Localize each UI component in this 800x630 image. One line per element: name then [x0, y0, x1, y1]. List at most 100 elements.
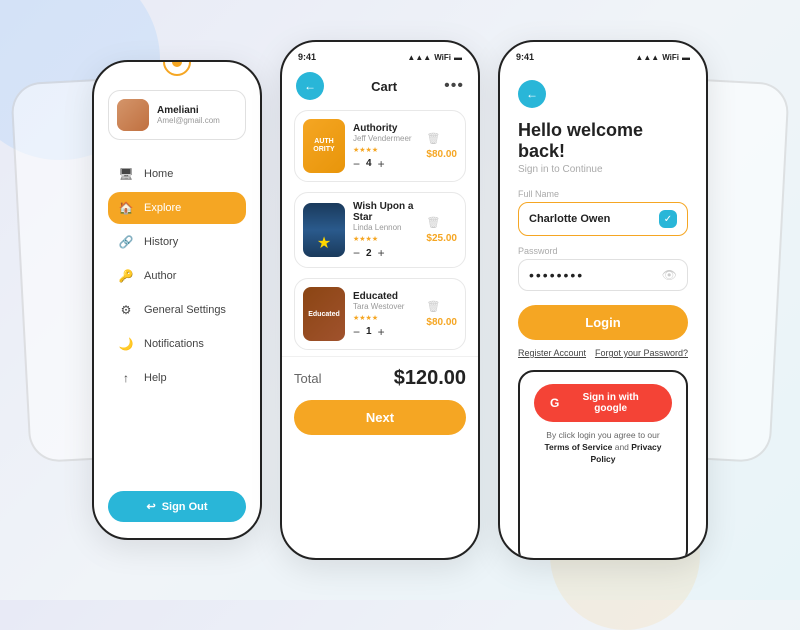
item-author-wish: Linda Lennon — [353, 223, 418, 232]
sidebar-item-help[interactable]: ↑ Help — [108, 362, 246, 394]
help-icon: ↑ — [118, 370, 134, 386]
nav-label-author: Author — [144, 270, 176, 282]
google-btn-label: Sign in with google — [565, 392, 656, 414]
signal-icon: ▲▲▲ — [407, 53, 431, 62]
qty-num-wish: 2 — [366, 248, 372, 259]
battery-icon: ▬ — [454, 53, 462, 62]
full-name-input[interactable]: Charlotte Owen ✓ — [518, 202, 688, 236]
avatar-image — [117, 99, 149, 131]
nav-label-explore: Explore — [144, 202, 181, 214]
delete-btn-wish[interactable]: 🗑 — [426, 216, 440, 229]
home-icon: 🖥 — [118, 166, 134, 182]
qty-num-authority: 4 — [366, 158, 372, 169]
item-qty-wish: − 2 + — [353, 247, 418, 259]
item-author-educated: Tara Westover — [353, 302, 418, 311]
cart-item-wish: Wish Upon a Star Linda Lennon ★★★★ − 2 +… — [294, 192, 466, 268]
back-button[interactable]: ← — [296, 72, 324, 100]
item-title-educated: Educated — [353, 291, 418, 302]
register-link[interactable]: Register Account — [518, 348, 586, 358]
item-title-authority: Authority — [353, 123, 418, 134]
profile-email: Amel@gmail.com — [157, 116, 220, 125]
status-bar: 9:41 ▲▲▲ WiFi ▬ — [282, 42, 478, 66]
qty-minus-educated[interactable]: − — [353, 326, 360, 338]
author-icon: 🔑 — [118, 268, 134, 284]
item-price-wish: $25.00 — [426, 233, 457, 244]
cart-footer: Total $120.00 Next — [282, 356, 478, 449]
history-icon: 🔗 — [118, 234, 134, 250]
item-stars-educated: ★★★★ — [353, 314, 418, 322]
qty-minus-wish[interactable]: − — [353, 247, 360, 259]
sidebar-item-settings[interactable]: ⚙ General Settings — [108, 294, 246, 326]
sidebar-inner: Ameliani Amel@gmail.com 🖥 Home 🏠 Explore… — [94, 62, 260, 538]
settings-icon: ⚙ — [118, 302, 134, 318]
qty-num-educated: 1 — [366, 326, 372, 337]
delete-btn-authority[interactable]: 🗑 — [426, 132, 440, 145]
login-signal-icon: ▲▲▲ — [635, 53, 659, 62]
google-g-icon: G — [550, 396, 559, 410]
profile-card: Ameliani Amel@gmail.com — [108, 90, 246, 140]
total-row: Total $120.00 — [294, 367, 466, 390]
login-status-time: 9:41 — [516, 52, 534, 62]
phones-container: Ameliani Amel@gmail.com 🖥 Home 🏠 Explore… — [92, 40, 708, 560]
qty-plus-educated[interactable]: + — [378, 326, 385, 338]
google-signin-box: G Sign in with google By click login you… — [518, 370, 688, 560]
sign-out-button[interactable]: ↩ Sign Out — [108, 491, 246, 522]
item-info-authority: Authority Jeff Vendermeer ★★★★ − 4 + — [353, 123, 418, 170]
nav-label-notifications: Notifications — [144, 338, 204, 350]
sign-out-icon: ↩ — [146, 500, 155, 513]
phone-cart: 9:41 ▲▲▲ WiFi ▬ ← Cart ••• AUTH ORITY Au… — [280, 40, 480, 560]
sidebar-item-home[interactable]: 🖥 Home — [108, 158, 246, 190]
cart-items: AUTH ORITY Authority Jeff Vendermeer ★★★… — [282, 110, 478, 350]
nav-label-history: History — [144, 236, 178, 248]
book-cover-educated: Educated — [303, 287, 345, 341]
forgot-password-link[interactable]: Forgot your Password? — [595, 348, 688, 358]
login-button[interactable]: Login — [518, 305, 688, 340]
status-time: 9:41 — [298, 52, 316, 62]
password-group: Password •••••••• 👁 — [518, 246, 688, 291]
item-qty-educated: − 1 + — [353, 326, 418, 338]
nav-label-settings: General Settings — [144, 304, 226, 316]
qty-plus-authority[interactable]: + — [378, 158, 385, 170]
login-inner: ← Hello welcome back! Sign in to Continu… — [500, 66, 706, 560]
wifi-icon: WiFi — [434, 53, 451, 62]
sidebar-item-author[interactable]: 🔑 Author — [108, 260, 246, 292]
login-back-button[interactable]: ← — [518, 80, 546, 108]
qty-minus-authority[interactable]: − — [353, 158, 360, 170]
login-status-icons: ▲▲▲ WiFi ▬ — [635, 53, 690, 62]
check-icon: ✓ — [659, 210, 677, 228]
delete-btn-educated[interactable]: 🗑 — [426, 300, 440, 313]
qty-plus-wish[interactable]: + — [378, 247, 385, 259]
password-dots: •••••••• — [529, 267, 662, 283]
eye-icon[interactable]: 👁 — [662, 268, 677, 282]
full-name-label: Full Name — [518, 189, 688, 199]
book-cover-text: AUTH ORITY — [307, 138, 341, 155]
sidebar-item-history[interactable]: 🔗 History — [108, 226, 246, 258]
avatar — [117, 99, 149, 131]
phone-login: 9:41 ▲▲▲ WiFi ▬ ← Hello welcome back! Si… — [498, 40, 708, 560]
welcome-title: Hello welcome back! — [518, 120, 688, 162]
google-signin-button[interactable]: G Sign in with google — [534, 384, 672, 422]
login-status-bar: 9:41 ▲▲▲ WiFi ▬ — [500, 42, 706, 66]
sidebar-item-explore[interactable]: 🏠 Explore — [108, 192, 246, 224]
total-label: Total — [294, 371, 321, 386]
cart-header: ← Cart ••• — [282, 66, 478, 110]
password-input[interactable]: •••••••• 👁 — [518, 259, 688, 291]
total-amount: $120.00 — [394, 367, 466, 390]
nav-label-help: Help — [144, 372, 167, 384]
cart-item-authority: AUTH ORITY Authority Jeff Vendermeer ★★★… — [294, 110, 466, 182]
login-links: Register Account Forgot your Password? — [518, 348, 688, 358]
terms-text: By click login you agree to our Terms of… — [534, 430, 672, 466]
notifications-icon: 🌙 — [118, 336, 134, 352]
item-stars-wish: ★★★★ — [353, 235, 418, 243]
item-info-educated: Educated Tara Westover ★★★★ − 1 + — [353, 291, 418, 338]
more-options-button[interactable]: ••• — [444, 77, 464, 95]
next-button[interactable]: Next — [294, 400, 466, 435]
educated-cover-text: Educated — [308, 311, 340, 318]
phone-sidebar: Ameliani Amel@gmail.com 🖥 Home 🏠 Explore… — [92, 60, 262, 540]
full-name-group: Full Name Charlotte Owen ✓ — [518, 189, 688, 236]
full-name-value: Charlotte Owen — [529, 213, 659, 225]
item-info-wish: Wish Upon a Star Linda Lennon ★★★★ − 2 + — [353, 201, 418, 259]
item-price-educated: $80.00 — [426, 317, 457, 328]
password-label: Password — [518, 246, 688, 256]
sidebar-item-notifications[interactable]: 🌙 Notifications — [108, 328, 246, 360]
